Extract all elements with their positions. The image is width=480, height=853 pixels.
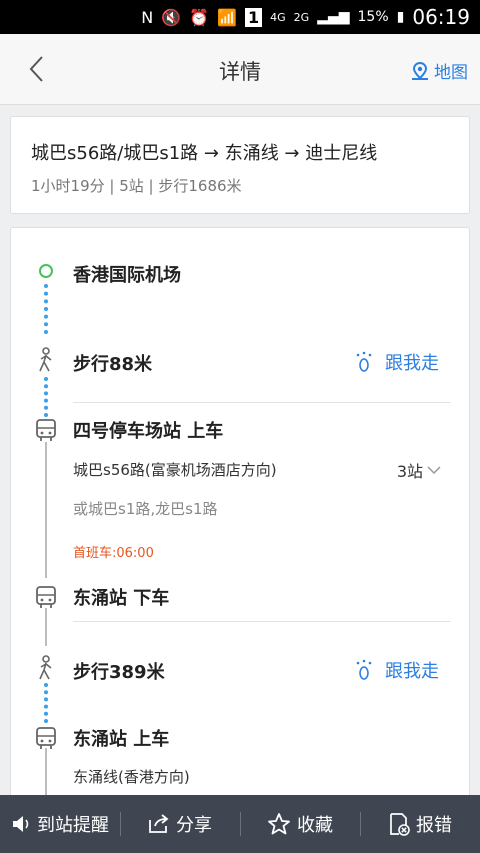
- walk-icon: [39, 347, 52, 372]
- bottom-action-bar: 到站提醒 分享 收藏 报错: [0, 795, 480, 853]
- sim-badge: 1: [245, 7, 263, 27]
- walk-step-1: 步行88米: [73, 354, 153, 375]
- battery-icon: ▮: [396, 9, 405, 25]
- start-marker: [39, 264, 53, 278]
- chevron-down-icon: [427, 466, 441, 475]
- follow-me-label: 跟我走: [385, 353, 439, 374]
- divider: [73, 402, 451, 403]
- star-icon: [268, 813, 290, 835]
- report-error-label: 报错: [416, 815, 452, 836]
- alight-station-1: 东涌站 下车: [73, 588, 170, 609]
- share-label: 分享: [176, 815, 212, 836]
- nav-bar: 详情 地图: [0, 34, 480, 105]
- bus-icon: [36, 586, 56, 608]
- board-station-2: 东涌站 上车: [73, 729, 170, 750]
- route-summary-card: 城巴s56路/城巴s1路 → 东涌线 → 迪士尼线 1小时19分 | 5站 | …: [10, 116, 470, 214]
- report-error-button[interactable]: 报错: [360, 795, 480, 853]
- page-title: 详情: [219, 60, 261, 84]
- route-title: 城巴s56路/城巴s1路 → 东涌线 → 迪士尼线: [31, 143, 378, 164]
- footprint-icon: [356, 351, 372, 372]
- share-button[interactable]: 分享: [120, 795, 240, 853]
- bus-icon: [36, 727, 56, 749]
- nfc-icon: N: [141, 7, 154, 27]
- signal-icon: ▂▄▆: [317, 9, 350, 25]
- share-icon: [149, 814, 169, 833]
- follow-me-button-2[interactable]: 跟我走: [355, 657, 439, 683]
- bus-icon: [36, 419, 56, 441]
- divider: [73, 621, 451, 622]
- status-bar: N 🔇 ⏰ 📶 1 4G 2G ▂▄▆ 15% ▮ 06:19: [0, 0, 480, 34]
- speaker-icon: [13, 816, 29, 832]
- alarm-icon: ⏰: [189, 7, 210, 27]
- walk-dotted-line: [44, 377, 52, 417]
- footprint-icon: [356, 659, 372, 680]
- map-button[interactable]: 地图: [410, 58, 468, 83]
- follow-me-label: 跟我走: [385, 661, 439, 682]
- stops-count: 3站: [396, 462, 423, 481]
- bus-line: [45, 442, 47, 578]
- favorite-button[interactable]: 收藏: [240, 795, 360, 853]
- wifi-icon: 📶: [217, 7, 237, 27]
- network-4g: 4G: [270, 10, 286, 24]
- stops-toggle[interactable]: 3站: [397, 458, 441, 482]
- favorite-label: 收藏: [297, 815, 333, 836]
- walk-dotted-line: [44, 284, 52, 334]
- line-2-name: 东涌线(香港方向): [73, 768, 190, 786]
- alternate-lines: 或城巴s1路,龙巴s1路: [73, 500, 218, 518]
- map-label: 地图: [434, 63, 468, 83]
- route-steps-card: 香港国际机场 步行88米 跟我走 四号停车场站 上车 城巴s56路(富豪机场酒店…: [10, 227, 470, 827]
- arrival-reminder-button[interactable]: 到站提醒: [0, 795, 120, 853]
- first-bus-time: 首班车:06:00: [73, 546, 154, 561]
- start-station: 香港国际机场: [73, 265, 181, 286]
- network-2g: 2G: [293, 10, 310, 24]
- bus-line: [45, 608, 47, 646]
- walk-step-2: 步行389米: [73, 662, 165, 683]
- report-icon: [390, 813, 410, 836]
- clock: 06:19: [412, 5, 470, 29]
- walk-dotted-line: [44, 683, 52, 723]
- follow-me-button-1[interactable]: 跟我走: [355, 349, 439, 375]
- mute-icon: 🔇: [161, 7, 182, 27]
- bus-line-name: 城巴s56路(富豪机场酒店方向): [73, 461, 277, 479]
- walk-icon: [39, 655, 52, 680]
- arrival-reminder-label: 到站提醒: [37, 815, 109, 836]
- battery-percent: 15%: [357, 9, 389, 25]
- map-pin-icon: [412, 61, 428, 80]
- board-station-1: 四号停车场站 上车: [73, 421, 224, 442]
- route-meta: 1小时19分 | 5站 | 步行1686米: [31, 177, 242, 195]
